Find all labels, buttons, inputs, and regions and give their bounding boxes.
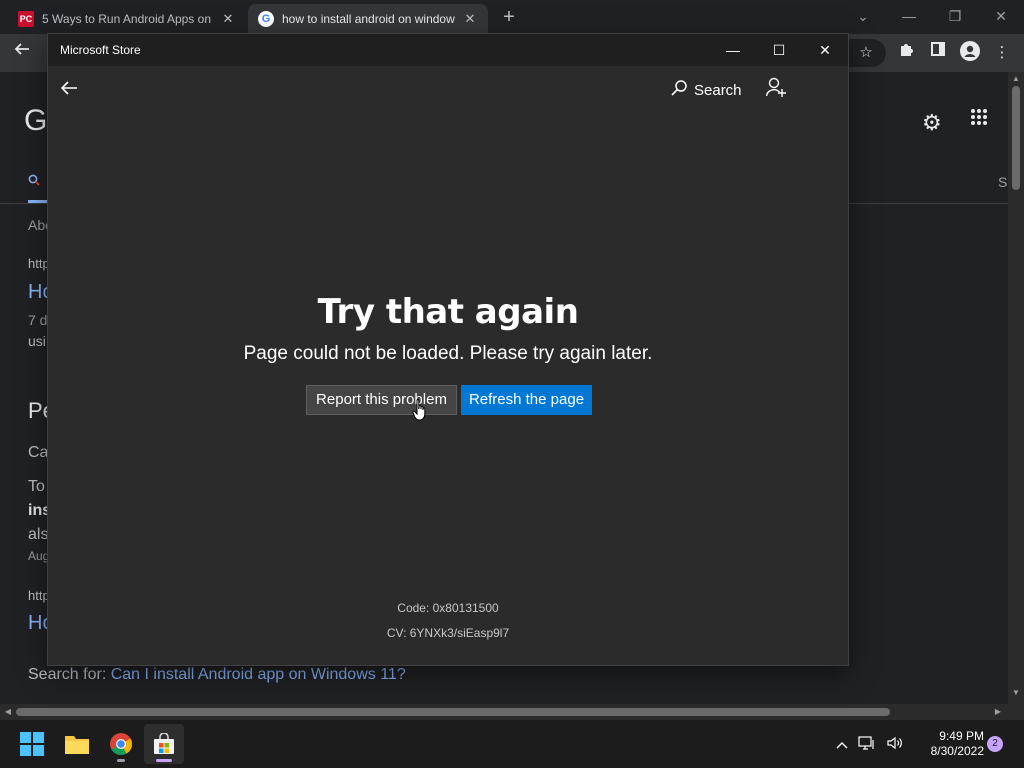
scrollbar-thumb[interactable] [1012,86,1020,190]
tools-tab-fragment[interactable]: S [998,174,1007,190]
notification-badge[interactable]: 2 [987,736,1003,752]
horizontal-scrollbar[interactable]: ◀ ▶ [0,704,1008,720]
file-explorer-folder-icon[interactable] [57,724,97,764]
store-close-button[interactable]: ✕ [802,34,848,66]
network-icon[interactable] [858,735,876,754]
new-tab-button[interactable]: + [498,6,520,29]
add-account-icon[interactable] [764,76,788,104]
error-message: Page could not be loaded. Please try aga… [243,343,653,364]
result-snippet-fragment: usi [28,333,46,349]
active-indicator [156,759,172,762]
scroll-down-arrow-icon[interactable]: ▼ [1008,688,1024,697]
scrollbar-thumb[interactable] [16,708,890,716]
microsoft-store-bag-icon[interactable] [144,724,184,764]
browser-tab-google[interactable]: G how to install android on window ✕ [248,4,488,34]
hand-cursor-icon [412,398,430,422]
store-window-title: Microsoft Store [60,43,141,57]
tab-close-icon[interactable]: ✕ [462,11,478,27]
error-title: Try that again [317,292,579,332]
search-icon[interactable] [28,174,40,189]
extensions-puzzle-icon[interactable] [894,41,918,65]
store-search-button[interactable]: Search [670,78,742,102]
browser-tab-strip: PC 5 Ways to Run Android Apps on ✕ G how… [0,0,1024,34]
store-minimize-button[interactable]: — [710,34,756,66]
bookmark-star-icon[interactable]: ☆ [854,41,878,65]
taskbar: 9:49 PM 8/30/2022 2 [0,720,1024,768]
pcmag-favicon-icon: PC [18,11,34,27]
store-header: Search [48,66,848,116]
error-cv: CV: 6YNXk3/siEasp9l7 [386,626,510,640]
question-fragment[interactable]: Ca [28,444,48,462]
clock[interactable]: 9:49 PM 8/30/2022 [912,729,984,759]
google-favicon-icon: G [258,11,274,27]
scroll-right-arrow-icon[interactable]: ▶ [990,704,1006,720]
refresh-page-button[interactable]: Refresh the page [461,385,592,415]
tab-search-chevron-down-icon[interactable]: ⌄ [840,4,886,28]
start-windows-icon[interactable] [12,724,52,764]
tab-close-icon[interactable]: ✕ [220,11,236,27]
gear-icon[interactable]: ⚙ [922,110,942,136]
scroll-left-arrow-icon[interactable]: ◀ [0,704,16,720]
search-for-link[interactable]: Can I install Android app on Windows 11? [111,666,406,683]
vertical-scrollbar[interactable]: ▲ ▼ [1008,72,1024,704]
back-arrow-icon[interactable] [10,41,34,65]
clock-date: 8/30/2022 [930,744,984,758]
browser-restore-button[interactable]: ❐ [932,4,978,28]
chevron-up-icon[interactable] [836,736,848,752]
chrome-icon[interactable] [101,724,141,764]
system-tray [836,720,914,768]
desktop: PC 5 Ways to Run Android Apps on ✕ G how… [0,0,1024,768]
google-logo[interactable]: G [24,104,47,138]
browser-minimize-button[interactable]: — [886,4,932,28]
answer-fragment: To [28,478,45,495]
store-maximize-button[interactable]: ☐ [756,34,802,66]
scroll-up-arrow-icon[interactable]: ▲ [1008,74,1024,83]
running-indicator [117,759,125,762]
answer-fragment: als [28,526,49,543]
browser-menu-icon[interactable]: ⋮ [990,41,1014,65]
search-icon [670,79,688,102]
scrollbar-corner [1008,704,1024,720]
microsoft-store-window: Microsoft Store — ☐ ✕ Search Try that ag… [47,33,849,666]
search-label: Search [694,81,742,99]
error-code: Code: 0x80131500 [397,601,499,615]
google-apps-grid-icon[interactable] [970,108,988,132]
browser-tab-pcmag[interactable]: PC 5 Ways to Run Android Apps on ✕ [8,4,246,34]
volume-icon[interactable] [886,735,904,754]
tab-title: 5 Ways to Run Android Apps on [42,12,211,26]
clock-time: 9:49 PM [939,729,984,743]
search-for-label: Search for: [28,666,107,683]
result-snippet-fragment: 7 d [28,312,48,328]
side-panel-icon[interactable] [926,41,950,65]
back-arrow-icon[interactable] [58,78,80,102]
profile-avatar-icon[interactable] [958,41,982,65]
store-title-bar[interactable]: Microsoft Store — ☐ ✕ [48,34,848,66]
tab-title: how to install android on window [282,12,455,26]
browser-close-button[interactable]: ✕ [978,4,1024,28]
search-for-suggestion: Search for: Can I install Android app on… [28,666,406,684]
report-problem-button[interactable]: Report this problem [306,385,457,415]
